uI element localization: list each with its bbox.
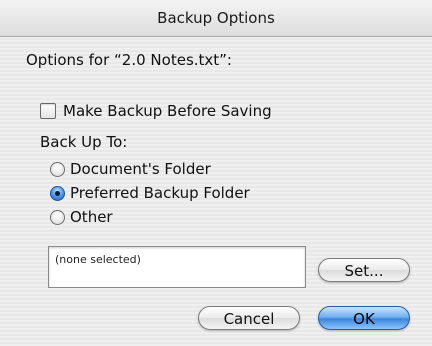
backup-options-dialog: Backup Options Options for “2.0 Notes.tx… [0,0,432,346]
radio-button[interactable] [50,209,65,225]
backup-folder-path-field[interactable]: (none selected) [48,246,306,288]
dialog-title: Backup Options [157,9,275,27]
radio-label: Other [70,208,113,226]
dialog-titlebar: Backup Options [0,0,432,37]
make-backup-label: Make Backup Before Saving [63,102,272,120]
radio-preferred-backup-folder[interactable]: Preferred Backup Folder [50,183,250,203]
options-for-label: Options for “2.0 Notes.txt”: [26,51,232,69]
radio-documents-folder[interactable]: Document's Folder [50,159,211,179]
set-button[interactable]: Set... [318,258,410,282]
cancel-button[interactable]: Cancel [198,306,300,330]
radio-button-selected[interactable] [50,185,65,201]
radio-label: Preferred Backup Folder [70,184,250,202]
path-field-text: (none selected) [55,253,141,266]
make-backup-checkbox[interactable] [40,103,56,119]
radio-other[interactable]: Other [50,207,113,227]
make-backup-checkbox-row[interactable]: Make Backup Before Saving [40,101,272,121]
radio-label: Document's Folder [70,160,211,178]
back-up-to-label: Back Up To: [40,133,128,151]
radio-button[interactable] [50,161,65,177]
ok-button[interactable]: OK [318,306,410,330]
